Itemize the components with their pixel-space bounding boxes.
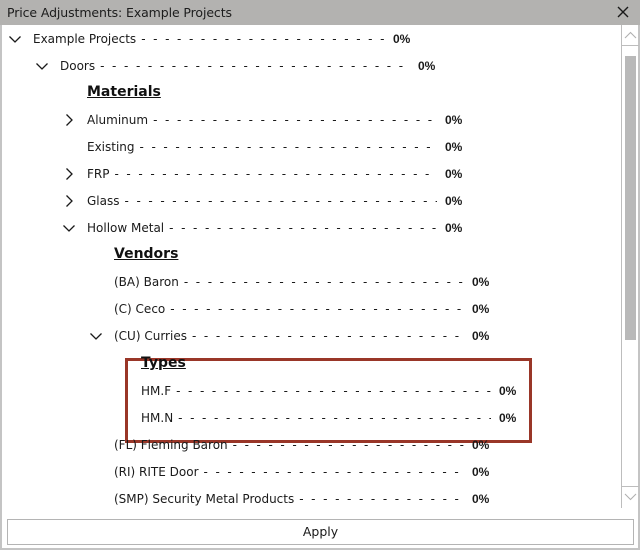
adjustment-value[interactable]: 0% [472,492,489,506]
leader-dashes: - - - - - - - - - - - - - - - - - - - - … [153,113,437,127]
close-button[interactable] [612,2,634,23]
adjustment-value[interactable]: 0% [445,194,462,208]
tree-item-label: Aluminum [87,113,149,127]
tree-item-label: HM.F [141,384,172,398]
chevron-down-icon [624,493,637,501]
section-header: Vendors [114,246,179,262]
section-header-row: Types [2,354,620,376]
chevron-down-icon[interactable] [8,32,22,46]
scroll-thumb[interactable] [625,56,636,340]
adjustment-value[interactable]: 0% [445,113,462,127]
leader-dashes: - - - - - - - - - - - - - - - - - - - - … [203,465,464,479]
adjustment-value[interactable]: 0% [499,384,516,398]
leader-dashes: - - - - - - - - - - - - - - - - - - - - … [169,221,437,235]
close-icon [617,6,629,18]
tree-row[interactable]: (SMP) Security Metal Products - - - - - -… [2,489,620,508]
tree-row[interactable]: (CU) Curries - - - - - - - - - - - - - - … [2,326,620,348]
adjustment-value[interactable]: 0% [472,329,489,343]
tree-row[interactable]: (C) Ceco - - - - - - - - - - - - - - - - … [2,299,620,321]
tree-row[interactable]: (RI) RITE Door - - - - - - - - - - - - - … [2,462,620,484]
window-title: Price Adjustments: Example Projects [7,5,232,20]
apply-button[interactable]: Apply [7,519,634,545]
chevron-down-icon[interactable] [89,329,103,343]
section-header-row: Vendors [2,245,620,267]
leader-dashes: - - - - - - - - - - - - - - - - - - - - … [139,140,437,154]
vertical-scrollbar[interactable] [621,25,639,508]
chevron-right-icon[interactable] [62,167,76,181]
section-header: Materials [87,84,161,100]
adjustment-value[interactable]: 0% [472,275,489,289]
adjustment-value[interactable]: 0% [445,140,462,154]
adjustment-value[interactable]: 0% [472,465,489,479]
tree-row[interactable]: Glass - - - - - - - - - - - - - - - - - -… [2,191,620,213]
tree-item-label: Hollow Metal [87,221,165,235]
tree-item-label: FRP [87,167,110,181]
leader-dashes: - - - - - - - - - - - - - - - - - - - - … [183,275,464,289]
tree-row[interactable]: Aluminum - - - - - - - - - - - - - - - - … [2,110,620,132]
section-header-row: Materials [2,83,620,105]
leader-dashes: - - - - - - - - - - - - - - - - - - - - … [100,59,410,73]
tree-item-label: (C) Ceco [114,302,166,316]
adjustment-value[interactable]: 0% [499,411,516,425]
title-bar: Price Adjustments: Example Projects [0,0,640,25]
tree-item-label: (FL) Fleming Baron [114,438,228,452]
price-adjustment-tree: Example Projects - - - - - - - - - - - - … [2,25,620,508]
tree-item-label: (CU) Curries [114,329,187,343]
tree-item-label: Doors [60,59,96,73]
tree-item-label: (BA) Baron [114,275,179,289]
leader-dashes: - - - - - - - - - - - - - - - - - - - - … [141,32,385,46]
tree-item-label: Glass [87,194,120,208]
adjustment-value[interactable]: 0% [445,221,462,235]
leader-dashes: - - - - - - - - - - - - - - - - - - - - … [176,384,491,398]
tree-row[interactable]: HM.N - - - - - - - - - - - - - - - - - - … [2,408,620,430]
adjustment-value[interactable]: 0% [445,167,462,181]
section-header: Types [141,355,186,371]
tree-item-label: HM.N [141,411,174,425]
tree-row[interactable]: (BA) Baron - - - - - - - - - - - - - - - … [2,272,620,294]
adjustment-value[interactable]: 0% [472,438,489,452]
tree-item-label: (RI) RITE Door [114,465,199,479]
leader-dashes: - - - - - - - - - - - - - - - - - - - - … [178,411,491,425]
tree-row[interactable]: Existing - - - - - - - - - - - - - - - - … [2,137,620,159]
tree-row[interactable]: Doors - - - - - - - - - - - - - - - - - -… [2,56,620,78]
price-adjustments-dialog: Price Adjustments: Example Projects Exam… [0,0,640,550]
tree-row[interactable]: FRP - - - - - - - - - - - - - - - - - - -… [2,164,620,186]
leader-dashes: - - - - - - - - - - - - - - - - - - - - … [299,492,464,506]
scroll-down-button[interactable] [622,486,639,506]
tree-row[interactable]: Example Projects - - - - - - - - - - - - … [2,29,620,51]
tree-item-label: (SMP) Security Metal Products [114,492,295,506]
adjustment-value[interactable]: 0% [393,32,410,46]
tree-row[interactable]: (FL) Fleming Baron - - - - - - - - - - - … [2,435,620,457]
chevron-right-icon[interactable] [62,113,76,127]
tree-item-label: Example Projects [33,32,137,46]
chevron-down-icon[interactable] [62,221,76,235]
scroll-up-button[interactable] [622,26,639,46]
leader-dashes: - - - - - - - - - - - - - - - - - - - - … [114,167,437,181]
tree-row[interactable]: HM.F - - - - - - - - - - - - - - - - - - … [2,381,620,403]
tree-row[interactable]: Hollow Metal - - - - - - - - - - - - - - … [2,218,620,240]
leader-dashes: - - - - - - - - - - - - - - - - - - - - … [191,329,464,343]
chevron-down-icon[interactable] [35,59,49,73]
leader-dashes: - - - - - - - - - - - - - - - - - - - - … [170,302,464,316]
leader-dashes: - - - - - - - - - - - - - - - - - - - - … [124,194,438,208]
tree-item-label: Existing [87,140,135,154]
chevron-right-icon[interactable] [62,194,76,208]
chevron-up-icon [624,31,637,39]
adjustment-value[interactable]: 0% [472,302,489,316]
adjustment-value[interactable]: 0% [418,59,435,73]
leader-dashes: - - - - - - - - - - - - - - - - - - - - … [232,438,464,452]
